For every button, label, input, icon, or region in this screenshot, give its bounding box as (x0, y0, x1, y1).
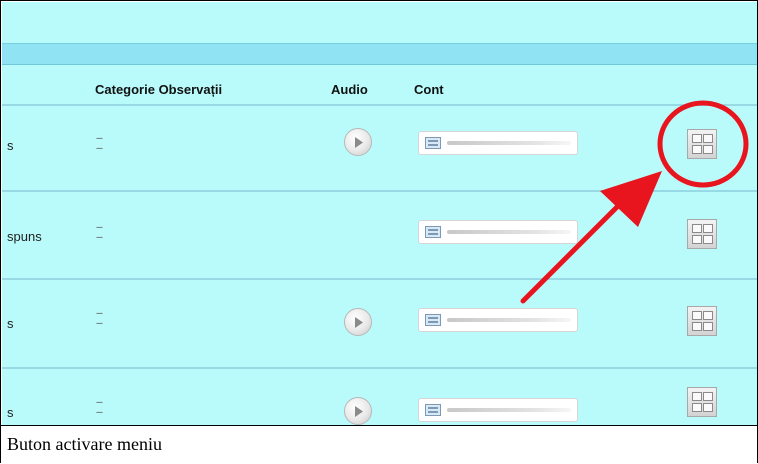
figure-frame: Categorie Observații Audio Cont s --- --… (0, 0, 758, 463)
column-header-category: Categorie Observații (95, 82, 223, 97)
menu-activation-button[interactable] (687, 129, 717, 159)
account-icon (425, 314, 441, 326)
category-values: --- --- (96, 222, 116, 242)
play-icon (355, 406, 363, 417)
menu-activation-button[interactable] (687, 219, 717, 249)
play-button[interactable] (344, 128, 372, 156)
observation-value: --- (96, 232, 103, 242)
account-value-redacted (447, 141, 571, 145)
play-icon (355, 137, 363, 148)
account-value-redacted (447, 318, 571, 322)
status-text: s (7, 138, 14, 153)
top-bar (2, 43, 757, 65)
table-row: s --- --- (2, 369, 757, 425)
caption-bar: Buton activare meniu (1, 425, 757, 463)
table-row: spuns --- --- (2, 192, 757, 282)
play-button[interactable] (344, 397, 372, 425)
observation-value: --- (96, 143, 103, 153)
account-icon (425, 226, 441, 238)
play-icon (355, 317, 363, 328)
menu-activation-button[interactable] (687, 306, 717, 336)
category-value: --- (96, 222, 103, 232)
account-field[interactable] (418, 308, 578, 332)
account-field[interactable] (418, 131, 578, 155)
caption-text: Buton activare meniu (7, 434, 162, 454)
observation-value: --- (96, 407, 103, 417)
status-text: s (7, 316, 14, 331)
table-row: s --- --- (2, 280, 757, 370)
grid-menu-icon (692, 311, 702, 320)
grid-menu-icon (692, 392, 702, 401)
table-header: Categorie Observații Audio Cont (2, 64, 757, 108)
category-value: --- (96, 397, 103, 407)
account-field[interactable] (418, 398, 578, 422)
screenshot-area: Categorie Observații Audio Cont s --- --… (2, 2, 757, 425)
table-row: s --- --- (2, 105, 757, 195)
account-field[interactable] (418, 220, 578, 244)
account-icon (425, 404, 441, 416)
play-button[interactable] (344, 308, 372, 336)
grid-menu-icon (692, 134, 702, 143)
column-header-audio: Audio (331, 82, 368, 97)
category-values: --- --- (96, 133, 116, 153)
category-values: --- --- (96, 397, 116, 417)
category-value: --- (96, 308, 103, 318)
observation-value: --- (96, 318, 103, 328)
account-icon (425, 137, 441, 149)
account-value-redacted (447, 408, 571, 412)
status-text: s (7, 405, 14, 420)
status-text: spuns (7, 229, 42, 244)
menu-activation-button[interactable] (687, 387, 717, 417)
category-values: --- --- (96, 308, 116, 328)
grid-menu-icon (692, 224, 702, 233)
account-value-redacted (447, 230, 571, 234)
category-value: --- (96, 133, 103, 143)
column-header-account: Cont (414, 82, 444, 97)
